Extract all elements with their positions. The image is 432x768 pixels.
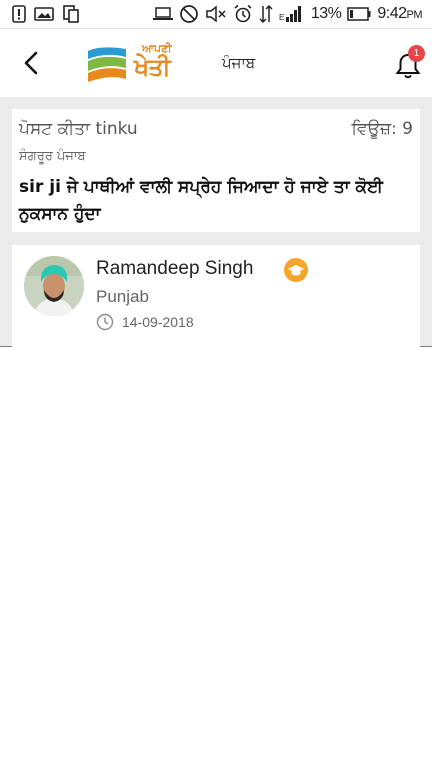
user-state: Punjab <box>96 287 149 306</box>
status-bar: E 13% 9:42PM <box>0 0 432 29</box>
chevron-left-icon <box>24 51 38 75</box>
app-bar: ਆਪਣੀ ਖੇਤੀ ਪੰਜਾਬ 1 <box>0 30 432 97</box>
mute-icon <box>205 5 227 23</box>
reply-date-row: 14-09-2018 <box>96 313 194 331</box>
reply-card[interactable]: Ramandeep Singh Punjab 14-09-2018 <box>12 245 420 347</box>
user-name[interactable]: Ramandeep Singh <box>96 258 253 280</box>
laptop-icon <box>152 7 173 21</box>
clock-ampm: PM <box>406 9 423 21</box>
clock: 9:42PM <box>377 5 422 23</box>
app-logo: ਆਪਣੀ ਖੇਤੀ <box>86 40 180 86</box>
posted-by: ਪੋਸਟ ਕੀਤਾ tinku <box>19 119 138 139</box>
battery-percent: 13% <box>310 5 342 22</box>
post-question: sir ji ਜੇ ਪਾਥੀਆਂ ਵਾਲੀ ਸਪ੍ਰੇਹ ਜਿਆਦਾ ਹੋ ਜਾ… <box>19 177 383 224</box>
copy-icon <box>62 5 80 23</box>
do-not-disturb-icon <box>179 4 199 24</box>
post-location: ਸੰਗਰੂਰ ਪੰਜਾਬ <box>19 149 86 164</box>
clock-time: 9:42 <box>377 5 407 22</box>
alarm-icon <box>233 4 253 24</box>
clock-icon <box>96 313 114 331</box>
reply-date: 14-09-2018 <box>122 314 194 330</box>
views-count: ਵਿਊਜ਼: 9 <box>351 119 413 139</box>
region-selector[interactable]: ਪੰਜਾਬ <box>222 54 255 72</box>
avatar[interactable] <box>24 256 84 316</box>
data-icon <box>259 4 273 24</box>
logo-big-text: ਖੇਤੀ <box>134 53 171 81</box>
back-button[interactable] <box>18 50 44 76</box>
expert-badge-icon <box>284 258 308 282</box>
image-icon <box>34 6 54 22</box>
signal-icon: E <box>279 5 305 23</box>
post-card[interactable]: ਪੋਸਟ ਕੀਤਾ tinku ਵਿਊਜ਼: 9 ਸੰਗਰੂਰ ਪੰਜਾਬ si… <box>12 109 420 232</box>
svg-text:E: E <box>279 13 284 22</box>
alert-icon <box>12 5 26 23</box>
content-area: ਪੋਸਟ ਕੀਤਾ tinku ਵਿਊਜ਼: 9 ਸੰਗਰੂਰ ਪੰਜਾਬ si… <box>0 97 432 347</box>
user-photo-icon <box>24 256 84 316</box>
battery-icon <box>347 7 371 21</box>
logo-mark-icon <box>87 44 127 82</box>
notification-badge: 1 <box>408 45 425 62</box>
